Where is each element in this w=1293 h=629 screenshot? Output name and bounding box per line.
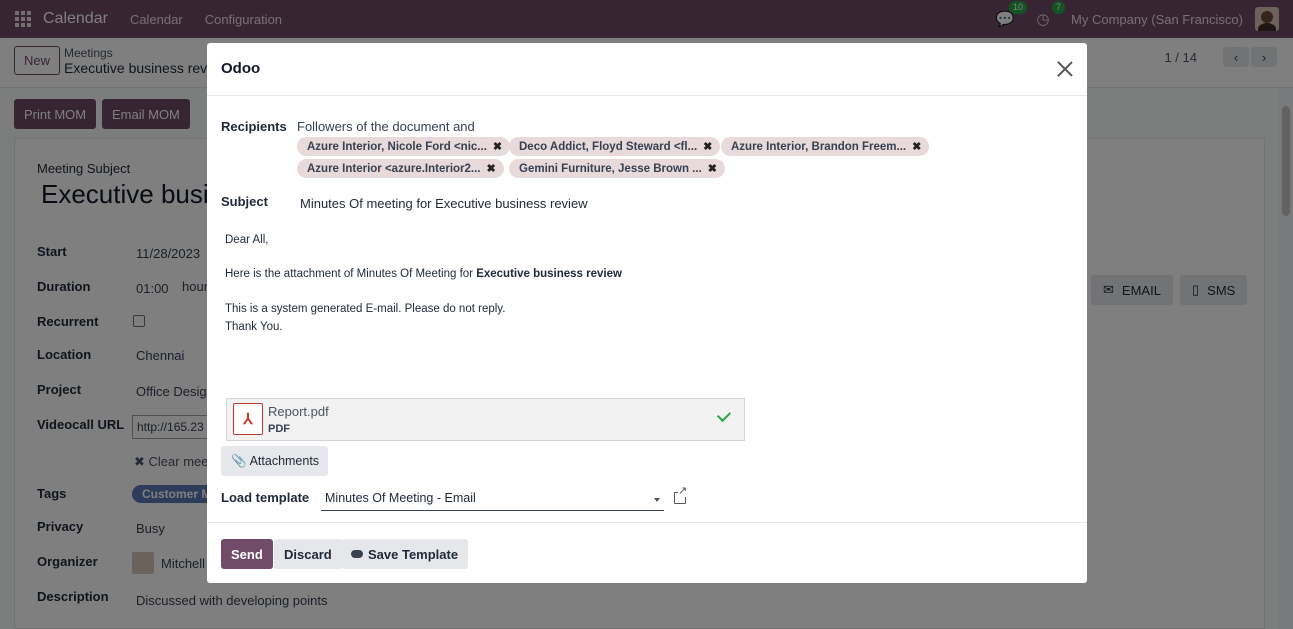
check-icon — [716, 407, 732, 423]
recipient-chip[interactable]: Azure Interior, Brandon Freem... ✖ — [721, 137, 930, 156]
recipient-chip[interactable]: Azure Interior, Nicole Ford <nic... ✖ — [297, 137, 511, 156]
recipients-intro: Followers of the document and — [297, 119, 475, 134]
load-template-select[interactable]: Minutes Of Meeting - Email — [321, 489, 664, 511]
body-greeting: Dear All, — [225, 234, 269, 246]
dialog-header: Odoo — [207, 43, 1087, 96]
external-link-icon[interactable] — [674, 486, 688, 504]
recipient-chip[interactable]: Gemini Furniture, Jesse Brown ... ✖ — [509, 159, 725, 178]
subject-input[interactable]: Minutes Of meeting for Executive busines… — [300, 196, 588, 211]
cloud-upload-icon — [351, 550, 363, 558]
remove-icon[interactable]: ✖ — [703, 140, 712, 153]
recipient-chip-label: Gemini Furniture, Jesse Brown ... — [519, 162, 702, 175]
save-template-button[interactable]: Save Template — [341, 539, 469, 569]
load-template-label: Load template — [221, 490, 310, 505]
remove-icon[interactable]: ✖ — [487, 162, 496, 175]
remove-icon[interactable]: ✖ — [912, 140, 921, 153]
recipient-chip-label: Azure Interior <azure.Interior2... — [307, 162, 481, 175]
attachments-button[interactable]: 📎 Attachments — [221, 446, 329, 476]
recipients-label: Recipients — [221, 119, 287, 134]
dialog-footer: Send Discard Save Template — [207, 522, 1087, 583]
compose-email-dialog: Odoo Recipients Followers of the documen… — [207, 43, 1087, 583]
body-line-1: Here is the attachment of Minutes Of Mee… — [225, 268, 622, 280]
attachment-type: PDF — [268, 423, 290, 435]
dialog-title: Odoo — [221, 60, 261, 77]
body-line-2: This is a system generated E-mail. Pleas… — [225, 303, 506, 315]
pdf-file-icon: ⅄ — [233, 403, 263, 435]
close-icon[interactable] — [1055, 59, 1075, 79]
paperclip-icon: 📎 — [231, 453, 247, 468]
body-line-1-bold: Executive business review — [476, 268, 622, 280]
attachments-button-label: Attachments — [249, 454, 320, 468]
remove-icon[interactable]: ✖ — [493, 140, 502, 153]
save-template-label: Save Template — [368, 546, 459, 562]
body-line-1-text: Here is the attachment of Minutes Of Mee… — [225, 268, 477, 280]
chevron-down-icon — [654, 498, 660, 502]
remove-icon[interactable]: ✖ — [708, 162, 717, 175]
subject-label: Subject — [221, 194, 268, 209]
send-button[interactable]: Send — [221, 539, 273, 569]
body-line-3: Thank You. — [225, 321, 283, 333]
recipient-chip-label: Azure Interior, Brandon Freem... — [731, 140, 907, 153]
recipient-chip[interactable]: Deco Addict, Floyd Steward <fl... ✖ — [509, 137, 721, 156]
attachment-name: Report.pdf — [268, 404, 329, 419]
recipient-chip-label: Azure Interior, Nicole Ford <nic... — [307, 140, 487, 153]
discard-button[interactable]: Discard — [274, 539, 342, 569]
recipient-chip-label: Deco Addict, Floyd Steward <fl... — [519, 140, 698, 153]
load-template-value: Minutes Of Meeting - Email — [325, 491, 476, 505]
recipient-chip[interactable]: Azure Interior <azure.Interior2... ✖ — [297, 159, 504, 178]
attachment-card[interactable]: ⅄ Report.pdf PDF — [226, 398, 745, 441]
